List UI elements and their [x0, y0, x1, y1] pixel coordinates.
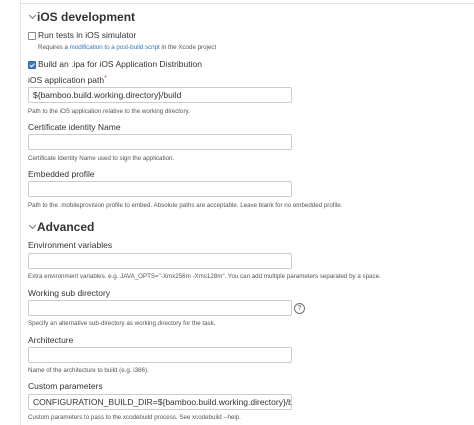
chevron-down-icon[interactable]: [28, 221, 37, 230]
run-tests-label: Run tests in iOS simulator: [38, 30, 137, 40]
build-ipa-label: Build an .ipa for iOS Application Distri…: [38, 59, 202, 69]
app-path-label-text: iOS application path: [28, 75, 105, 85]
run-tests-requirement: Requires a modification to a post-build …: [38, 44, 216, 51]
left-divider: [20, 0, 21, 425]
architecture-description: Name of the architecture to build (e.g. …: [28, 367, 149, 374]
app-path-label: iOS application path*: [28, 75, 107, 85]
architecture-label: Architecture: [28, 335, 74, 345]
cert-identity-label: Certificate identity Name: [28, 122, 121, 132]
custom-params-description: Custom parameters to pass to the xcodebu…: [28, 414, 241, 421]
app-path-input[interactable]: ${bamboo.build.working.directory}/build: [28, 87, 292, 103]
custom-params-label: Custom parameters: [28, 381, 103, 391]
working-sub-dir-label: Working sub directory: [28, 288, 111, 298]
build-ipa-checkbox[interactable]: [28, 61, 36, 69]
env-vars-description: Extra environment variables. e.g. JAVA_O…: [28, 273, 381, 280]
cert-identity-input[interactable]: [28, 134, 292, 150]
post-build-script-link[interactable]: modification to a post-build script: [70, 44, 160, 51]
section-title-ios-development[interactable]: iOS development: [37, 10, 135, 24]
embedded-profile-input[interactable]: [28, 181, 292, 197]
requires-prefix: Requires a: [38, 44, 70, 51]
requires-suffix: in the Xcode project: [159, 44, 217, 51]
required-asterisk: *: [104, 75, 107, 82]
embedded-profile-label: Embedded profile: [28, 169, 95, 179]
env-vars-label: Environment variables: [28, 240, 113, 250]
app-path-description: Path to the iOS application relative to …: [28, 108, 190, 115]
embedded-profile-description: Path to the .mobileprovision profile to …: [28, 202, 343, 209]
run-tests-checkbox[interactable]: [28, 32, 36, 40]
working-sub-dir-description: Specify an alternative sub-directory as …: [28, 320, 216, 327]
working-sub-dir-input[interactable]: [28, 300, 292, 316]
chevron-down-icon[interactable]: [28, 11, 37, 20]
architecture-input[interactable]: [28, 347, 292, 363]
top-divider: [20, 0, 474, 4]
env-vars-input[interactable]: [28, 253, 292, 269]
help-icon[interactable]: ?: [294, 303, 305, 314]
section-title-advanced[interactable]: Advanced: [37, 220, 94, 234]
custom-params-input[interactable]: CONFIGURATION_BUILD_DIR=${bamboo.build.w…: [28, 394, 292, 410]
cert-identity-description: Certificate Identity Name used to sign t…: [28, 155, 175, 162]
